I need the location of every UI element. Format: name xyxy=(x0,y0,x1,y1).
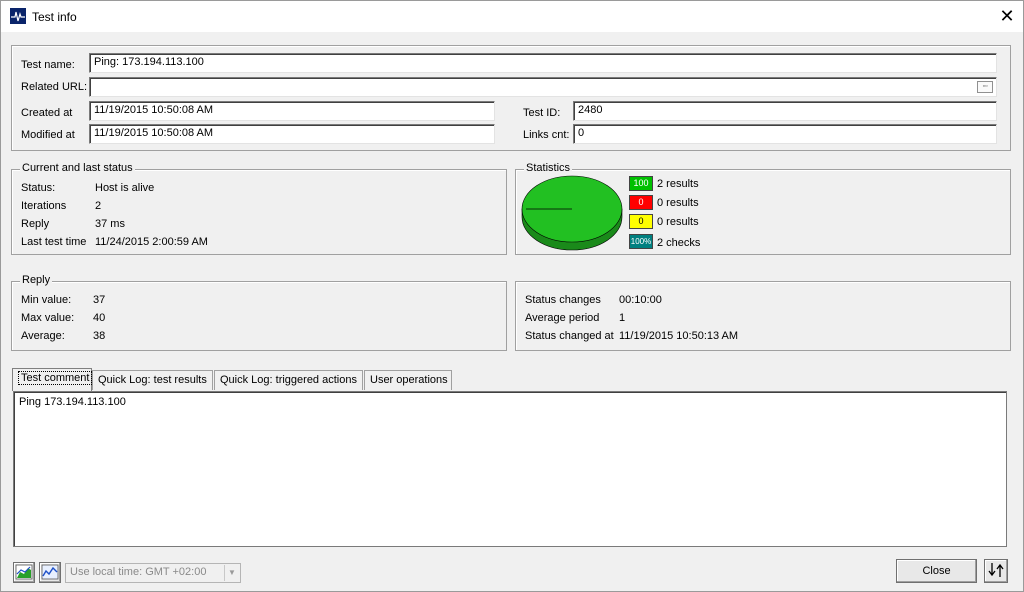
area-chart-icon xyxy=(15,564,33,580)
test-name-field[interactable]: Ping: 173.194.113.100 xyxy=(89,53,997,73)
timezone-select-value: Use local time: GMT +02:00 xyxy=(70,566,207,578)
legend-text-failed: 0 results xyxy=(657,197,699,209)
tab-user-operations[interactable]: User operations xyxy=(364,370,452,390)
close-button[interactable]: Close xyxy=(896,559,977,583)
status-changes-value: 00:10:00 xyxy=(619,294,662,306)
title-bar: Test info ✕ xyxy=(1,1,1023,32)
app-pulse-icon xyxy=(10,8,26,24)
max-value: 40 xyxy=(93,312,106,324)
created-at-field: 11/19/2015 10:50:08 AM xyxy=(89,101,495,121)
related-url-field[interactable] xyxy=(89,77,997,97)
expand-arrows-icon xyxy=(988,563,1004,577)
window-title: Test info xyxy=(32,10,77,24)
status-group-title: Current and last status xyxy=(20,162,135,174)
legend-box-checks: 100% xyxy=(629,234,653,249)
min-value-label: Min value: xyxy=(21,294,72,306)
chart-button[interactable] xyxy=(13,562,35,583)
status-changed-at-label: Status changed at xyxy=(525,330,614,342)
close-button-label: Close xyxy=(922,565,951,577)
modified-at-label: Modified at xyxy=(21,129,75,141)
legend-box-warning: 0 xyxy=(629,214,653,229)
legend-box-success: 100 xyxy=(629,176,653,191)
min-value: 37 xyxy=(93,294,106,306)
legend-text-checks: 2 checks xyxy=(657,237,701,249)
tab-quick-log-triggered-actions[interactable]: Quick Log: triggered actions xyxy=(214,370,363,390)
test-info-window: Test info ✕ Test name: Ping: 173.194.113… xyxy=(0,0,1024,592)
reply-label: Reply xyxy=(21,218,50,230)
reply-group: Reply xyxy=(11,274,507,351)
test-id-field: 2480 xyxy=(573,101,997,121)
line-chart-icon xyxy=(41,564,59,580)
related-url-label: Related URL: xyxy=(21,81,88,93)
iterations-value: 2 xyxy=(95,200,102,212)
last-test-label: Last test time xyxy=(21,236,87,248)
created-at-label: Created at xyxy=(21,107,73,119)
legend-text-success: 2 results xyxy=(657,178,699,190)
average-value: 38 xyxy=(93,330,106,342)
reply-group-title: Reply xyxy=(20,274,53,286)
tab-quick-log-triggered-actions-label: Quick Log: triggered actions xyxy=(220,374,357,386)
status-changes-label: Status changes xyxy=(525,294,601,306)
resize-toggle-button[interactable] xyxy=(984,559,1008,583)
comment-textarea[interactable]: Ping 173.194.113.100 xyxy=(13,391,1007,547)
status-changed-at-value: 11/19/2015 10:50:13 AM xyxy=(619,330,739,342)
iterations-label: Iterations xyxy=(21,200,67,212)
tab-quick-log-test-results-label: Quick Log: test results xyxy=(98,374,207,386)
test-id-label: Test ID: xyxy=(523,107,561,119)
legend-text-warning: 0 results xyxy=(657,216,699,228)
tab-test-comment[interactable]: Test comment xyxy=(12,368,93,391)
modified-at-field: 11/19/2015 10:50:08 AM xyxy=(89,124,495,144)
links-cnt-label: Links cnt: xyxy=(523,129,570,141)
tab-quick-log-test-results[interactable]: Quick Log: test results xyxy=(92,370,213,390)
graph-button[interactable] xyxy=(39,562,61,583)
close-icon[interactable]: ✕ xyxy=(991,5,1023,29)
tab-user-operations-label: User operations xyxy=(370,374,448,386)
chevron-down-icon[interactable]: ▼ xyxy=(224,565,239,581)
max-value-label: Max value: xyxy=(21,312,75,324)
average-label: Average: xyxy=(21,330,65,342)
timezone-select[interactable]: Use local time: GMT +02:00 ▼ xyxy=(65,563,241,583)
reply-value: 37 ms xyxy=(95,218,125,230)
average-period-label: Average period xyxy=(525,312,600,324)
links-cnt-field: 0 xyxy=(573,124,997,144)
legend-box-failed: 0 xyxy=(629,195,653,210)
status-label: Status: xyxy=(21,182,56,194)
test-name-label: Test name: xyxy=(21,59,75,71)
tab-test-comment-label: Test comment xyxy=(18,371,93,385)
statistics-pie xyxy=(521,175,623,251)
browse-url-icon[interactable]: ▫▫ xyxy=(977,81,993,93)
average-period-value: 1 xyxy=(619,312,626,324)
status-value: Host is alive xyxy=(95,182,155,194)
last-test-value: 11/24/2015 2:00:59 AM xyxy=(95,236,208,248)
